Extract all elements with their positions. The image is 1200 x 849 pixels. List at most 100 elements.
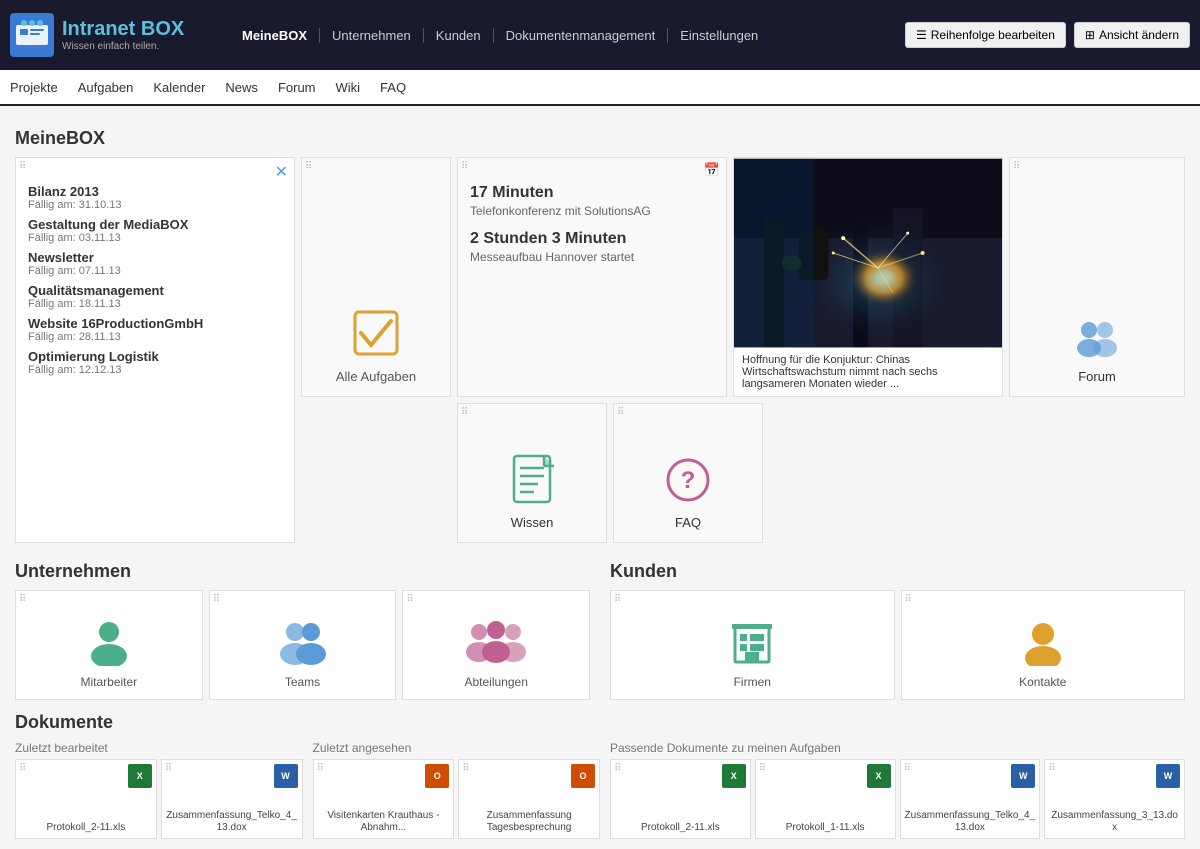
teams-label: Teams: [285, 675, 320, 689]
dok-file-2-name: Visitenkarten Krauthaus - Abnahm...: [318, 810, 450, 834]
dok-file-6[interactable]: ⠿ W Zusammenfassung_Telko_4_13.dox: [900, 759, 1041, 839]
second-nav: Projekte Aufgaben Kalender News Forum Wi…: [0, 70, 1200, 106]
xls-icon-4: X: [722, 764, 746, 788]
dok-0-drag-handle: ⠿: [19, 763, 26, 774]
reihenfolge-button[interactable]: ☰ Reihenfolge bearbeiten: [905, 22, 1066, 48]
dok-file-7-name: Zusammenfassung_3_13.dox: [1049, 810, 1180, 834]
nav-actions: ☰ Reihenfolge bearbeiten ⊞ Ansicht änder…: [905, 22, 1190, 48]
dok-file-1[interactable]: ⠿ W Zusammenfassung_Telko_4_13.dox: [161, 759, 303, 839]
dok-file-7[interactable]: ⠿ W Zusammenfassung_3_13.dox: [1044, 759, 1185, 839]
forum-drag-handle: ⠿: [1013, 161, 1020, 172]
dok-file-3[interactable]: ⠿ O Zusammenfassung Tagesbesprechung: [458, 759, 600, 839]
firmen-drag-handle: ⠿: [614, 594, 621, 605]
nav-forum[interactable]: Forum: [278, 72, 316, 103]
unternehmen-section: Unternehmen ⠿ Mitarbeiter ⠿: [15, 549, 590, 700]
abteilungen-card[interactable]: ⠿ Abteilungen: [402, 590, 590, 700]
dok-file-4-name: Protokoll_2-11.xls: [641, 822, 720, 834]
nav-news[interactable]: News: [225, 72, 258, 103]
welding-image: [734, 158, 1002, 348]
passende-dokumente: Passende Dokumente zu meinen Aufgaben ⠿ …: [610, 741, 1185, 839]
task-item-1[interactable]: Gestaltung der MediaBOX Fällig am: 03.11…: [28, 217, 282, 244]
nav-wiki[interactable]: Wiki: [336, 72, 361, 103]
dok-file-6-name: Zusammenfassung_Telko_4_13.dox: [905, 810, 1036, 834]
news-card[interactable]: ⠿ 🌐: [733, 157, 1003, 397]
wissen-icon: [510, 454, 554, 507]
nav-dokumentenmanagement[interactable]: Dokumentenmanagement: [494, 28, 669, 43]
kunden-section: Kunden ⠿: [610, 549, 1185, 700]
wissen-card[interactable]: ⠿ Wisse: [457, 403, 607, 543]
doc-icon-6: W: [1011, 764, 1035, 788]
firmen-icon: [727, 616, 777, 669]
dok-7-drag-handle: ⠿: [1048, 763, 1055, 774]
check-icon: [351, 308, 401, 361]
bottom-row-cards: ⠿ Wisse: [301, 403, 1185, 543]
teams-card[interactable]: ⠿ Teams: [209, 590, 397, 700]
xls-icon-0: X: [128, 764, 152, 788]
logo-area: Intranet BOX Wissen einfach teilen.: [10, 13, 210, 57]
nav-einstellungen[interactable]: Einstellungen: [668, 28, 770, 43]
nav-aufgaben[interactable]: Aufgaben: [78, 72, 134, 103]
dok-file-0[interactable]: ⠿ X Protokoll_2-11.xls: [15, 759, 157, 839]
task-list: Bilanz 2013 Fällig am: 31.10.13 Gestaltu…: [28, 184, 282, 376]
kontakte-icon: [1018, 616, 1068, 669]
firmen-label: Firmen: [734, 675, 771, 689]
main-content: MeineBOX ⠿ ✕ Bilanz 2013 Fällig am: 31.1…: [0, 106, 1200, 849]
wissen-label: Wissen: [511, 515, 554, 530]
task-item-4[interactable]: Website 16ProductionGmbH Fällig am: 28.1…: [28, 316, 282, 343]
right-stack: ⠿ Alle Aufgaben ⠿ 📅 17 Minuten: [301, 157, 1185, 543]
task-item-5[interactable]: Optimierung Logistik Fällig am: 12.12.13: [28, 349, 282, 376]
nav-meinebox[interactable]: MeineBOX: [230, 28, 320, 43]
teams-drag-handle: ⠿: [213, 594, 220, 605]
firmen-card[interactable]: ⠿ Firme: [610, 590, 895, 700]
mitarbeiter-card[interactable]: ⠿ Mitarbeiter: [15, 590, 203, 700]
tagline: Wissen einfach teilen.: [62, 41, 184, 52]
unternehmen-cards: ⠿ Mitarbeiter ⠿: [15, 590, 590, 700]
wissen-drag-handle: ⠿: [461, 407, 468, 418]
dok-file-2[interactable]: ⠿ O Visitenkarten Krauthaus - Abnahm...: [313, 759, 455, 839]
sort-icon: ☰: [916, 28, 927, 42]
passende-dok-files: ⠿ X Protokoll_2-11.xls ⠿ X Protokoll_1-1…: [610, 759, 1185, 839]
news-image-container: [734, 158, 1002, 348]
mitarbeiter-icon: [84, 616, 134, 669]
doc-icon-1: W: [274, 764, 298, 788]
abteilungen-label: Abteilungen: [464, 675, 527, 689]
zuletzt-bearbeitet: Zuletzt bearbeitet ⠿ X Protokoll_2-11.xl…: [15, 741, 303, 839]
nav-kunden[interactable]: Kunden: [424, 28, 494, 43]
dok-subsections: Zuletzt bearbeitet ⠿ X Protokoll_2-11.xl…: [15, 741, 1185, 839]
zuletzt-angesehen: Zuletzt angesehen ⠿ O Visitenkarten Krau…: [313, 741, 601, 839]
nav-kalender[interactable]: Kalender: [153, 72, 205, 103]
faq-label: FAQ: [675, 515, 701, 530]
top-bar: Intranet BOX Wissen einfach teilen. Mein…: [0, 0, 1200, 70]
mitarbeiter-drag-handle: ⠿: [19, 594, 26, 605]
nav-unternehmen[interactable]: Unternehmen: [320, 28, 424, 43]
forum-card[interactable]: ⠿ Forum: [1009, 157, 1185, 397]
tasks-pin-icon[interactable]: ✕: [275, 162, 288, 182]
forum-label: Forum: [1078, 369, 1116, 384]
task-item-3[interactable]: Qualitätsmanagement Fällig am: 18.11.13: [28, 283, 282, 310]
zuletzt-bearbeitet-files: ⠿ X Protokoll_2-11.xls ⠿ W Zusammenfassu…: [15, 759, 303, 839]
timer-drag-handle: ⠿: [461, 161, 468, 172]
xls-icon-5: X: [867, 764, 891, 788]
ansicht-button[interactable]: ⊞ Ansicht ändern: [1074, 22, 1190, 48]
teams-icon: [273, 616, 333, 669]
faq-card[interactable]: ⠿ ? FAQ: [613, 403, 763, 543]
dok-5-drag-handle: ⠿: [759, 763, 766, 774]
kontakte-label: Kontakte: [1019, 675, 1066, 689]
alle-aufgaben-card[interactable]: ⠿ Alle Aufgaben: [301, 157, 451, 397]
primary-nav: MeineBOX Unternehmen Kunden Dokumentenma…: [210, 28, 905, 43]
task-item-0[interactable]: Bilanz 2013 Fällig am: 31.10.13: [28, 184, 282, 211]
view-icon: ⊞: [1085, 28, 1095, 42]
dok-file-4[interactable]: ⠿ X Protokoll_2-11.xls: [610, 759, 751, 839]
kontakte-card[interactable]: ⠿ Kontakte: [901, 590, 1186, 700]
nav-projekte[interactable]: Projekte: [10, 72, 58, 103]
meinebox-title: MeineBOX: [15, 128, 1185, 149]
nav-faq[interactable]: FAQ: [380, 72, 406, 103]
dok-file-3-name: Zusammenfassung Tagesbesprechung: [463, 810, 595, 834]
dok-3-drag-handle: ⠿: [462, 763, 469, 774]
task-item-2[interactable]: Newsletter Fällig am: 07.11.13: [28, 250, 282, 277]
timer-card: ⠿ 📅 17 Minuten Telefonkonferenz mit Solu…: [457, 157, 727, 397]
unternehmen-title: Unternehmen: [15, 561, 590, 582]
forum-icon: [1072, 318, 1122, 361]
brand-name: Intranet BOX: [62, 18, 184, 41]
dok-file-5[interactable]: ⠿ X Protokoll_1-11.xls: [755, 759, 896, 839]
